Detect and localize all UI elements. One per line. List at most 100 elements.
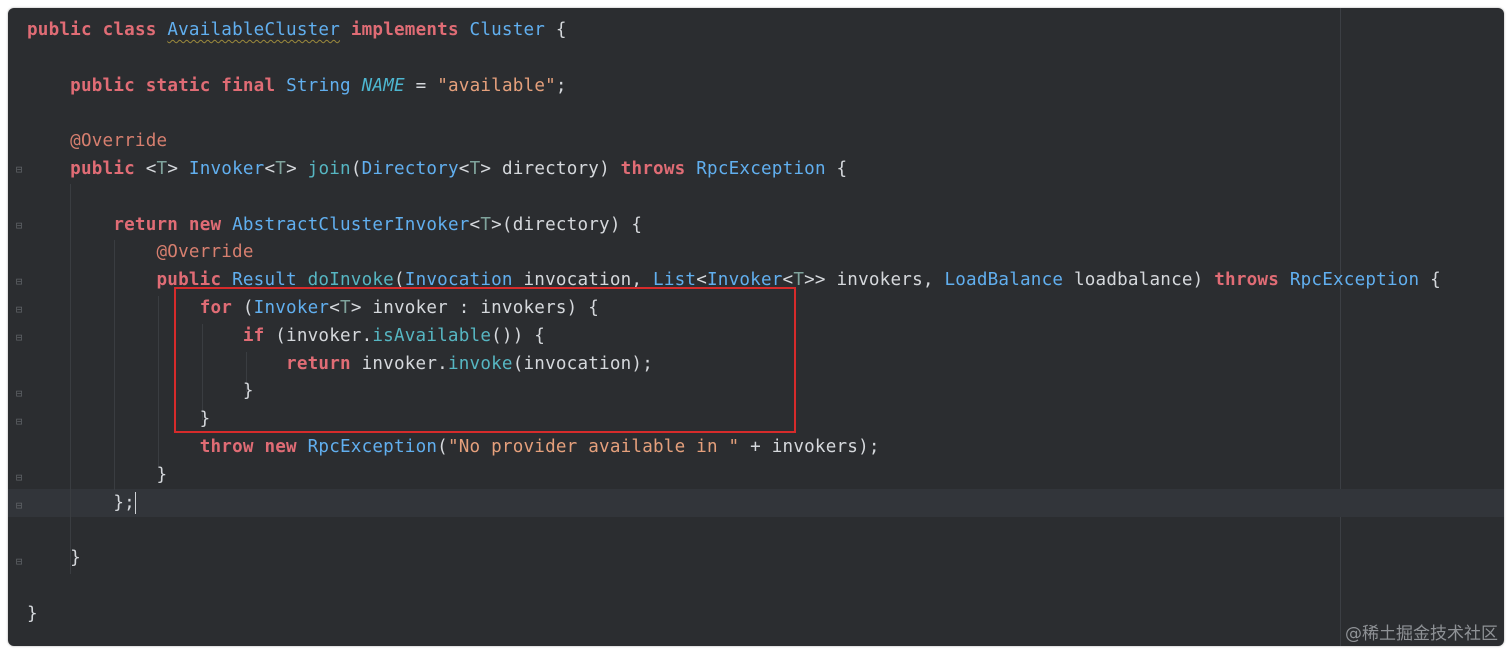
highlight-box — [174, 287, 796, 433]
code-token: > directory) — [480, 158, 621, 179]
code-token: throws — [1214, 270, 1280, 291]
code-token: String — [286, 75, 351, 96]
watermark-text: @稀土掘金技术社区 — [1345, 624, 1498, 644]
code-token: "No provider available in " — [447, 436, 740, 457]
code-token: + invokers); — [739, 436, 880, 457]
code-token: RpcException — [1289, 270, 1420, 291]
code-token: ( — [437, 436, 448, 457]
code-token: @Override — [70, 131, 168, 152]
fold-marker-icon[interactable]: ⊟ — [14, 276, 24, 288]
fold-gutter: ⊟ ⊟ ⊟ ⊟ ⊟ ⊟ ⊟ ⊟ ⊟ ⊟ — [8, 8, 28, 646]
code-line[interactable]: public <T> Invoker<T> join(Directory<T> … — [27, 156, 1441, 184]
fold-marker-icon[interactable]: ⊟ — [14, 332, 24, 344]
code-token: = — [404, 75, 438, 96]
fold-marker-icon[interactable]: ⊟ — [14, 500, 24, 512]
code-token: "available" — [437, 75, 556, 96]
code-line[interactable]: throw new RpcException("No provider avai… — [27, 434, 1441, 462]
code-token: throws — [620, 158, 686, 179]
code-token: } — [27, 548, 81, 569]
fold-marker-icon[interactable]: ⊟ — [14, 220, 24, 232]
code-token: LoadBalance — [944, 270, 1064, 291]
code-token: loadbalance) — [1063, 270, 1215, 291]
code-token: ( — [350, 158, 362, 179]
code-token: AbstractClusterInvoker — [232, 214, 470, 235]
code-token: } — [27, 464, 168, 485]
code-token: return — [113, 214, 179, 235]
fold-marker-icon[interactable]: ⊟ — [14, 556, 24, 568]
fold-marker-icon[interactable]: ⊟ — [14, 416, 24, 428]
fold-marker-icon[interactable]: ⊟ — [14, 472, 24, 484]
fold-marker-icon[interactable]: ⊟ — [14, 304, 24, 316]
code-token: new — [264, 436, 297, 457]
code-line[interactable] — [27, 100, 1441, 128]
code-token: Directory — [361, 158, 459, 179]
code-line[interactable] — [27, 184, 1441, 212]
fold-marker-icon[interactable]: ⊟ — [14, 164, 24, 176]
code-token: new — [188, 214, 222, 235]
code-line[interactable]: } — [27, 601, 1441, 629]
code-token: RpcException — [696, 158, 826, 179]
code-line[interactable]: public static final String NAME = "avail… — [27, 73, 1441, 101]
code-token: < — [264, 158, 276, 179]
code-token: join — [307, 158, 351, 179]
code-line[interactable]: } — [27, 545, 1441, 573]
code-token: NAME — [361, 75, 405, 96]
code-line[interactable]: } — [27, 462, 1441, 490]
code-token: public — [27, 20, 92, 40]
code-token: } — [27, 603, 38, 624]
code-line[interactable]: return new AbstractClusterInvoker<T>(dir… — [27, 212, 1441, 240]
code-token: T — [275, 158, 287, 179]
code-token: Invoker — [188, 158, 265, 179]
code-token: T — [480, 214, 492, 235]
code-token: T — [469, 158, 481, 179]
code-token: public — [70, 75, 135, 96]
code-token: Cluster — [469, 20, 546, 40]
code-token: RpcException — [307, 436, 438, 457]
code-token: { — [1419, 270, 1441, 291]
code-token: >(directory) { — [491, 214, 643, 235]
code-line[interactable]: }; — [27, 490, 1441, 518]
code-token: implements — [350, 20, 459, 40]
code-token: }; — [27, 492, 135, 513]
code-token: public — [70, 158, 135, 179]
code-line[interactable]: @Override — [27, 128, 1441, 156]
text-cursor — [134, 491, 136, 514]
code-token: static — [145, 75, 211, 96]
code-token: class — [102, 20, 157, 40]
code-token: < — [134, 158, 157, 179]
code-editor[interactable]: ⊟ ⊟ ⊟ ⊟ ⊟ ⊟ ⊟ ⊟ ⊟ ⊟ public class Availab… — [8, 8, 1504, 646]
fold-marker-icon[interactable]: ⊟ — [14, 388, 24, 400]
code-token: { — [545, 20, 567, 40]
code-line[interactable]: public class AvailableCluster implements… — [27, 17, 1441, 45]
code-token: < — [458, 158, 470, 179]
code-token: final — [221, 75, 276, 96]
code-line[interactable] — [27, 45, 1441, 73]
code-line[interactable]: @Override — [27, 239, 1441, 267]
code-line[interactable] — [27, 573, 1441, 601]
code-token: { — [825, 158, 848, 179]
code-line[interactable] — [27, 517, 1441, 545]
code-token: T — [156, 158, 168, 179]
code-token: ; — [555, 75, 567, 96]
code-token: throw — [199, 436, 254, 457]
